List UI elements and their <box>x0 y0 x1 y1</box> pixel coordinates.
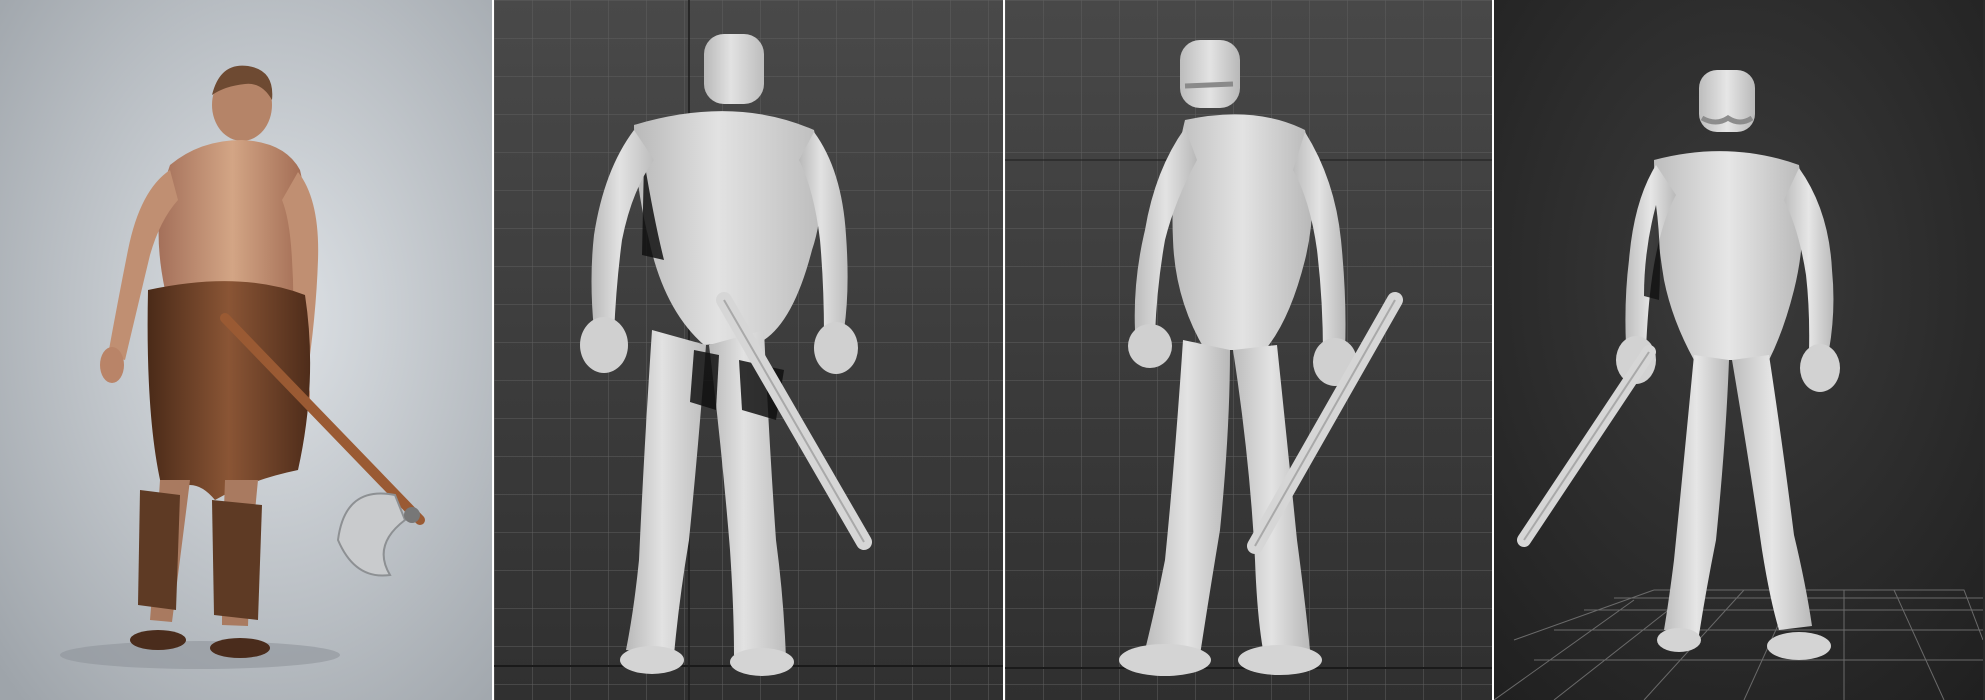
photo-reference-image <box>0 0 492 700</box>
reference-strip <box>0 0 1985 700</box>
viewport-back-panel <box>494 0 1003 700</box>
torso <box>158 140 306 300</box>
viewport-three-quarter-render <box>1005 0 1492 700</box>
leather-kilt <box>147 281 311 500</box>
viewport-front-panel <box>1494 0 1983 700</box>
sunglasses-icon <box>1184 81 1234 89</box>
viewport-front-render <box>1494 0 1983 700</box>
photo-reference-panel <box>0 0 492 700</box>
viewport-back-render <box>494 0 1003 700</box>
viewport-three-quarter-panel <box>1005 0 1492 700</box>
